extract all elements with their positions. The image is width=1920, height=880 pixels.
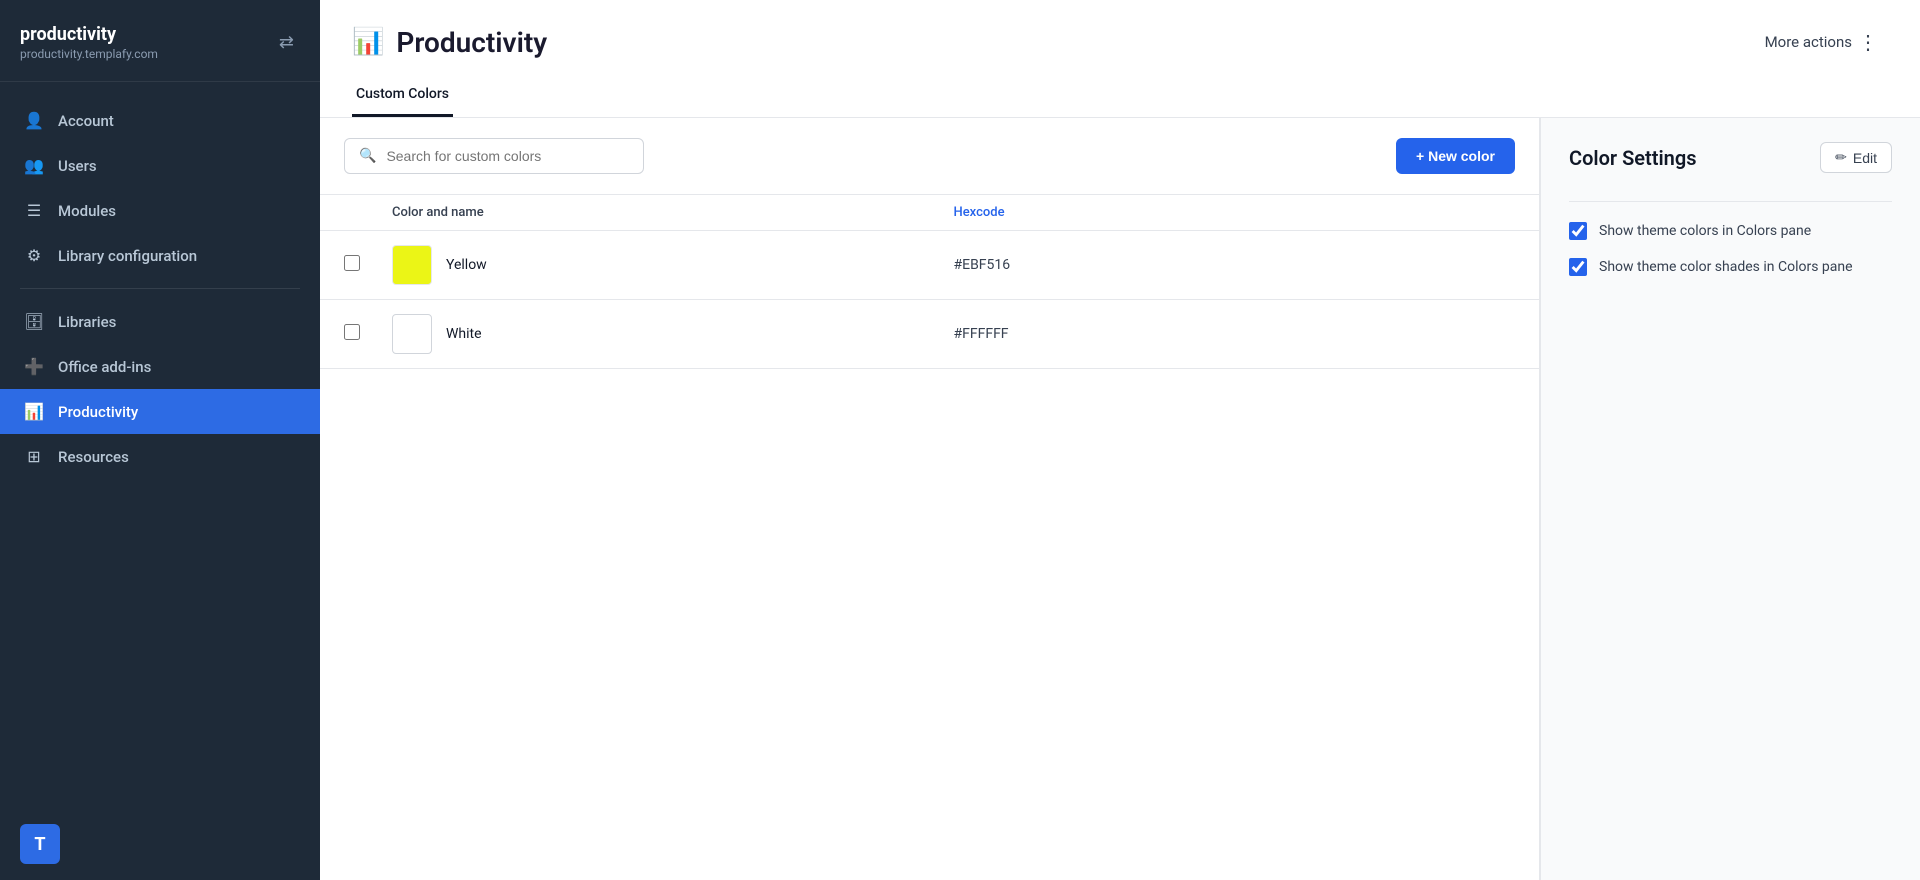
- sidebar-header: productivity productivity.templafy.com ⇄: [0, 0, 320, 82]
- setting-item-theme-colors: Show theme colors in Colors pane: [1569, 222, 1892, 240]
- sidebar-item-label-resources: Resources: [58, 448, 129, 466]
- color-table: Yellow #EBF516 White #FFFFFF: [320, 231, 1539, 880]
- edit-button[interactable]: ✏ Edit: [1820, 142, 1892, 173]
- nav-divider: [20, 288, 300, 289]
- content-area: 🔍 + New color Color and name Hexcode: [320, 118, 1920, 880]
- sidebar-item-libraries[interactable]: 🗄 Libraries: [0, 299, 320, 344]
- library-config-icon: ⚙: [24, 246, 44, 265]
- white-hex: #FFFFFF: [954, 326, 1516, 342]
- sidebar-brand: productivity productivity.templafy.com: [20, 24, 158, 61]
- color-swatch-name: Yellow: [392, 245, 954, 285]
- more-actions-dots-icon: ⋮: [1858, 30, 1878, 54]
- show-theme-color-shades-checkbox[interactable]: [1569, 258, 1587, 276]
- more-actions-button[interactable]: More actions ⋮: [1755, 24, 1888, 60]
- libraries-icon: 🗄: [24, 312, 44, 331]
- white-name: White: [446, 326, 482, 342]
- sidebar-item-productivity[interactable]: 📊 Productivity: [0, 389, 320, 434]
- switch-icon[interactable]: ⇄: [273, 26, 300, 59]
- sidebar-footer: T: [0, 808, 320, 880]
- search-input[interactable]: [386, 148, 629, 164]
- edit-pencil-icon: ✏: [1835, 149, 1847, 166]
- search-box[interactable]: 🔍: [344, 138, 644, 174]
- edit-label: Edit: [1853, 150, 1877, 166]
- setting-item-theme-color-shades: Show theme color shades in Colors pane: [1569, 258, 1892, 276]
- sidebar-item-users[interactable]: 👥 Users: [0, 143, 320, 188]
- color-table-header: Color and name Hexcode: [320, 195, 1539, 231]
- page-title-icon: 📊: [352, 27, 384, 57]
- sidebar-brand-name: productivity: [20, 24, 158, 45]
- show-theme-colors-checkbox[interactable]: [1569, 222, 1587, 240]
- tab-custom-colors[interactable]: Custom Colors: [352, 76, 453, 117]
- sidebar-nav: 👤 Account 👥 Users ☰ Modules ⚙ Library co…: [0, 82, 320, 808]
- sidebar-item-account[interactable]: 👤 Account: [0, 98, 320, 143]
- color-swatch-name: White: [392, 314, 954, 354]
- page-title-text: Productivity: [396, 26, 547, 59]
- more-actions-label: More actions: [1765, 33, 1852, 51]
- productivity-icon: 📊: [24, 402, 44, 421]
- color-list-toolbar: 🔍 + New color: [320, 118, 1539, 195]
- page-title: 📊 Productivity: [352, 26, 547, 59]
- new-color-button[interactable]: + New color: [1396, 138, 1515, 174]
- sidebar-item-label-productivity: Productivity: [58, 403, 138, 421]
- color-list-panel: 🔍 + New color Color and name Hexcode: [320, 118, 1540, 880]
- checkbox-col-header: [344, 205, 392, 220]
- row-checkbox-col: [344, 324, 392, 344]
- sidebar-item-label-office-add-ins: Office add-ins: [58, 358, 151, 376]
- col-color-name: Color and name: [392, 205, 954, 220]
- yellow-name: Yellow: [446, 257, 487, 273]
- sidebar: productivity productivity.templafy.com ⇄…: [0, 0, 320, 880]
- settings-divider: [1569, 201, 1892, 202]
- resources-icon: ⊞: [24, 447, 44, 466]
- settings-panel: Color Settings ✏ Edit Show theme colors …: [1540, 118, 1920, 880]
- sidebar-item-office-add-ins[interactable]: ➕ Office add-ins: [0, 344, 320, 389]
- user-avatar[interactable]: T: [20, 824, 60, 864]
- yellow-hex: #EBF516: [954, 257, 1516, 273]
- show-theme-colors-label: Show theme colors in Colors pane: [1599, 223, 1811, 239]
- modules-icon: ☰: [24, 201, 44, 220]
- sidebar-item-label-account: Account: [58, 112, 114, 130]
- settings-title: Color Settings: [1569, 146, 1697, 170]
- sidebar-item-label-users: Users: [58, 157, 97, 175]
- tabs: Custom Colors: [352, 76, 1888, 117]
- white-swatch: [392, 314, 432, 354]
- search-icon: 🔍: [359, 148, 376, 164]
- main-content: 📊 Productivity More actions ⋮ Custom Col…: [320, 0, 1920, 880]
- row-white-checkbox[interactable]: [344, 324, 360, 340]
- sidebar-item-label-library-configuration: Library configuration: [58, 247, 197, 265]
- table-row: White #FFFFFF: [320, 300, 1539, 369]
- sidebar-item-resources[interactable]: ⊞ Resources: [0, 434, 320, 479]
- users-icon: 👥: [24, 156, 44, 175]
- sidebar-item-label-libraries: Libraries: [58, 313, 116, 331]
- main-header: 📊 Productivity More actions ⋮ Custom Col…: [320, 0, 1920, 118]
- sidebar-item-label-modules: Modules: [58, 202, 116, 220]
- sidebar-brand-url: productivity.templafy.com: [20, 47, 158, 61]
- sidebar-item-library-configuration[interactable]: ⚙ Library configuration: [0, 233, 320, 278]
- row-checkbox-col: [344, 255, 392, 275]
- yellow-swatch: [392, 245, 432, 285]
- row-yellow-checkbox[interactable]: [344, 255, 360, 271]
- account-icon: 👤: [24, 111, 44, 130]
- office-add-ins-icon: ➕: [24, 357, 44, 376]
- title-row: 📊 Productivity More actions ⋮: [352, 24, 1888, 60]
- table-row: Yellow #EBF516: [320, 231, 1539, 300]
- sidebar-item-modules[interactable]: ☰ Modules: [0, 188, 320, 233]
- show-theme-color-shades-label: Show theme color shades in Colors pane: [1599, 259, 1853, 275]
- col-hexcode: Hexcode: [954, 205, 1516, 220]
- settings-header: Color Settings ✏ Edit: [1569, 142, 1892, 173]
